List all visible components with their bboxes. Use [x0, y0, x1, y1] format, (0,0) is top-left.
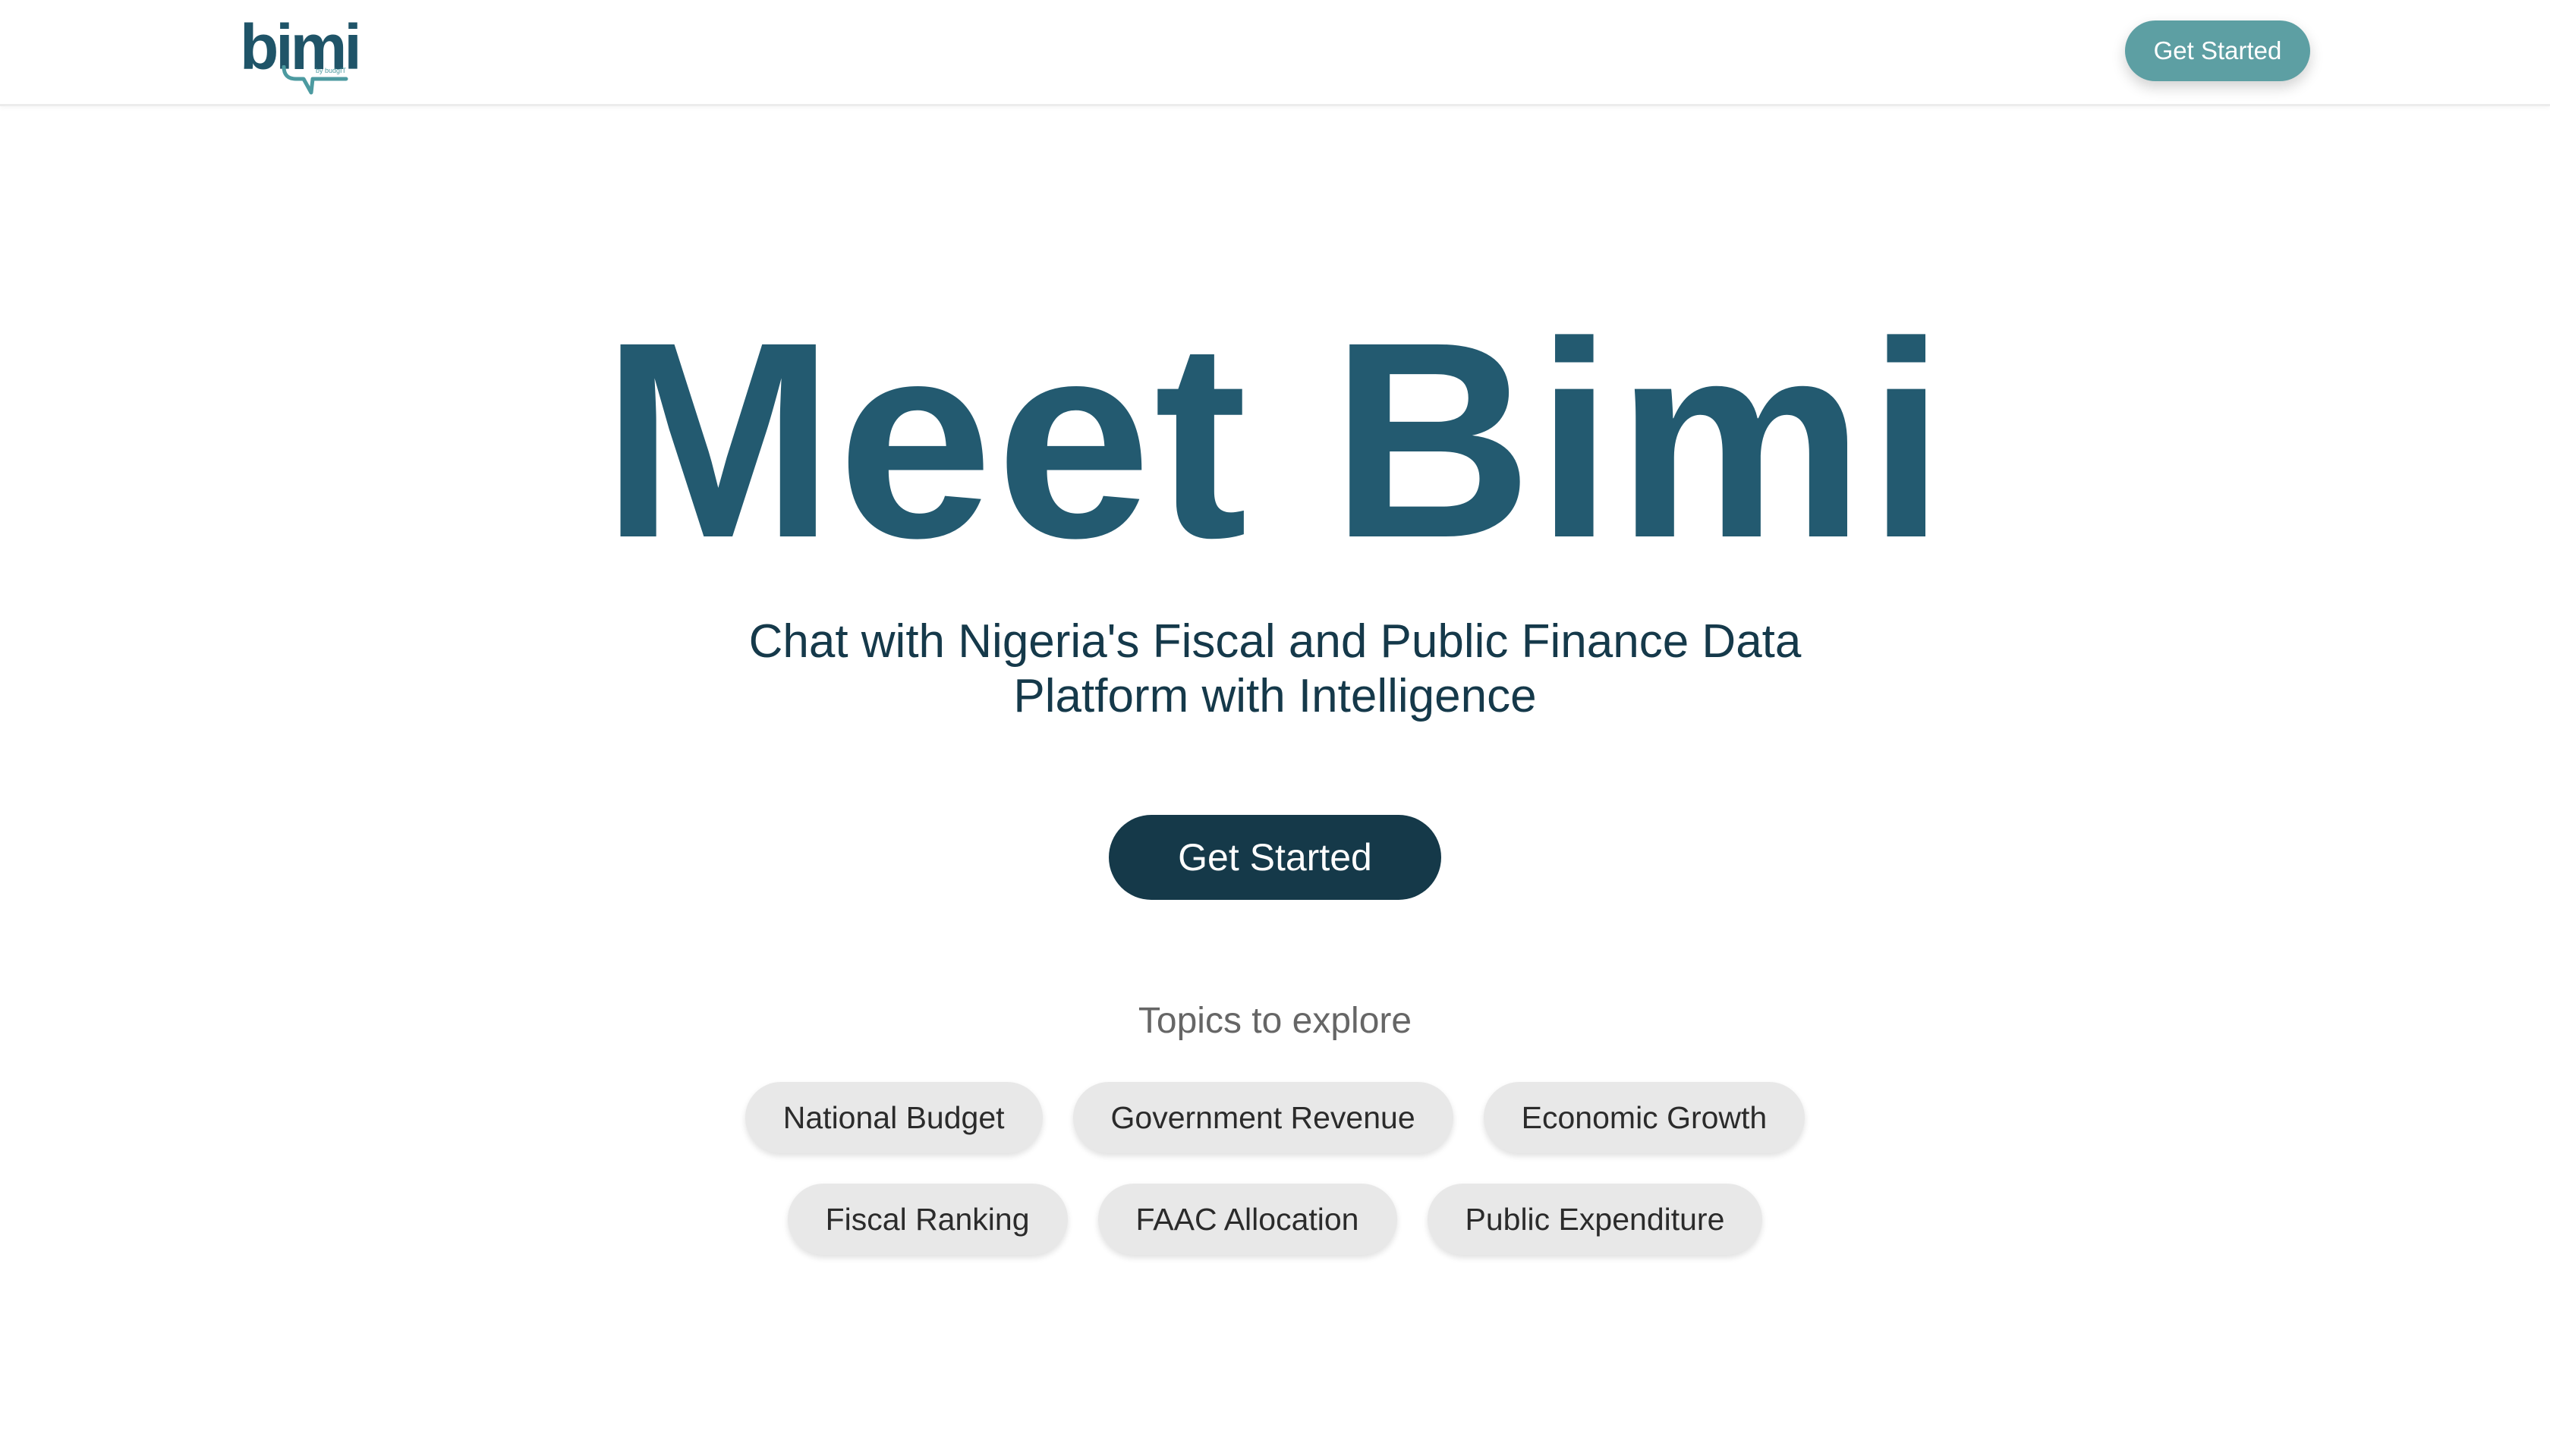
hero-title: Meet Bimi [601, 284, 1949, 596]
navbar: bimi by budgIT Get Started [0, 0, 2550, 106]
hero-get-started-button[interactable]: Get Started [1109, 815, 1441, 900]
topic-chip-public-expenditure[interactable]: Public Expenditure [1427, 1184, 1763, 1255]
topic-chip-economic-growth[interactable]: Economic Growth [1483, 1082, 1805, 1153]
hero-subtitle-line-1: Chat with Nigeria's Fiscal and Public Fi… [748, 615, 1802, 668]
logo-byline: by budgIT [316, 67, 347, 74]
hero-subtitle-line-2: Platform with Intelligence [1013, 670, 1537, 722]
topics-row-2: Fiscal Ranking FAAC Allocation Public Ex… [0, 1184, 2550, 1255]
topic-chip-fiscal-ranking[interactable]: Fiscal Ranking [787, 1184, 1068, 1255]
nav-get-started-button[interactable]: Get Started [2125, 20, 2310, 81]
topics-row-1: National Budget Government Revenue Econo… [0, 1082, 2550, 1153]
hero-subtitle: Chat with Nigeria's Fiscal and Public Fi… [668, 615, 1882, 724]
topic-chip-government-revenue[interactable]: Government Revenue [1072, 1082, 1453, 1153]
bimi-logo[interactable]: bimi by budgIT [240, 15, 362, 95]
topic-chip-national-budget[interactable]: National Budget [745, 1082, 1043, 1153]
topics-label: Topics to explore [1138, 1001, 1412, 1041]
topic-chip-faac-allocation[interactable]: FAAC Allocation [1097, 1184, 1397, 1255]
